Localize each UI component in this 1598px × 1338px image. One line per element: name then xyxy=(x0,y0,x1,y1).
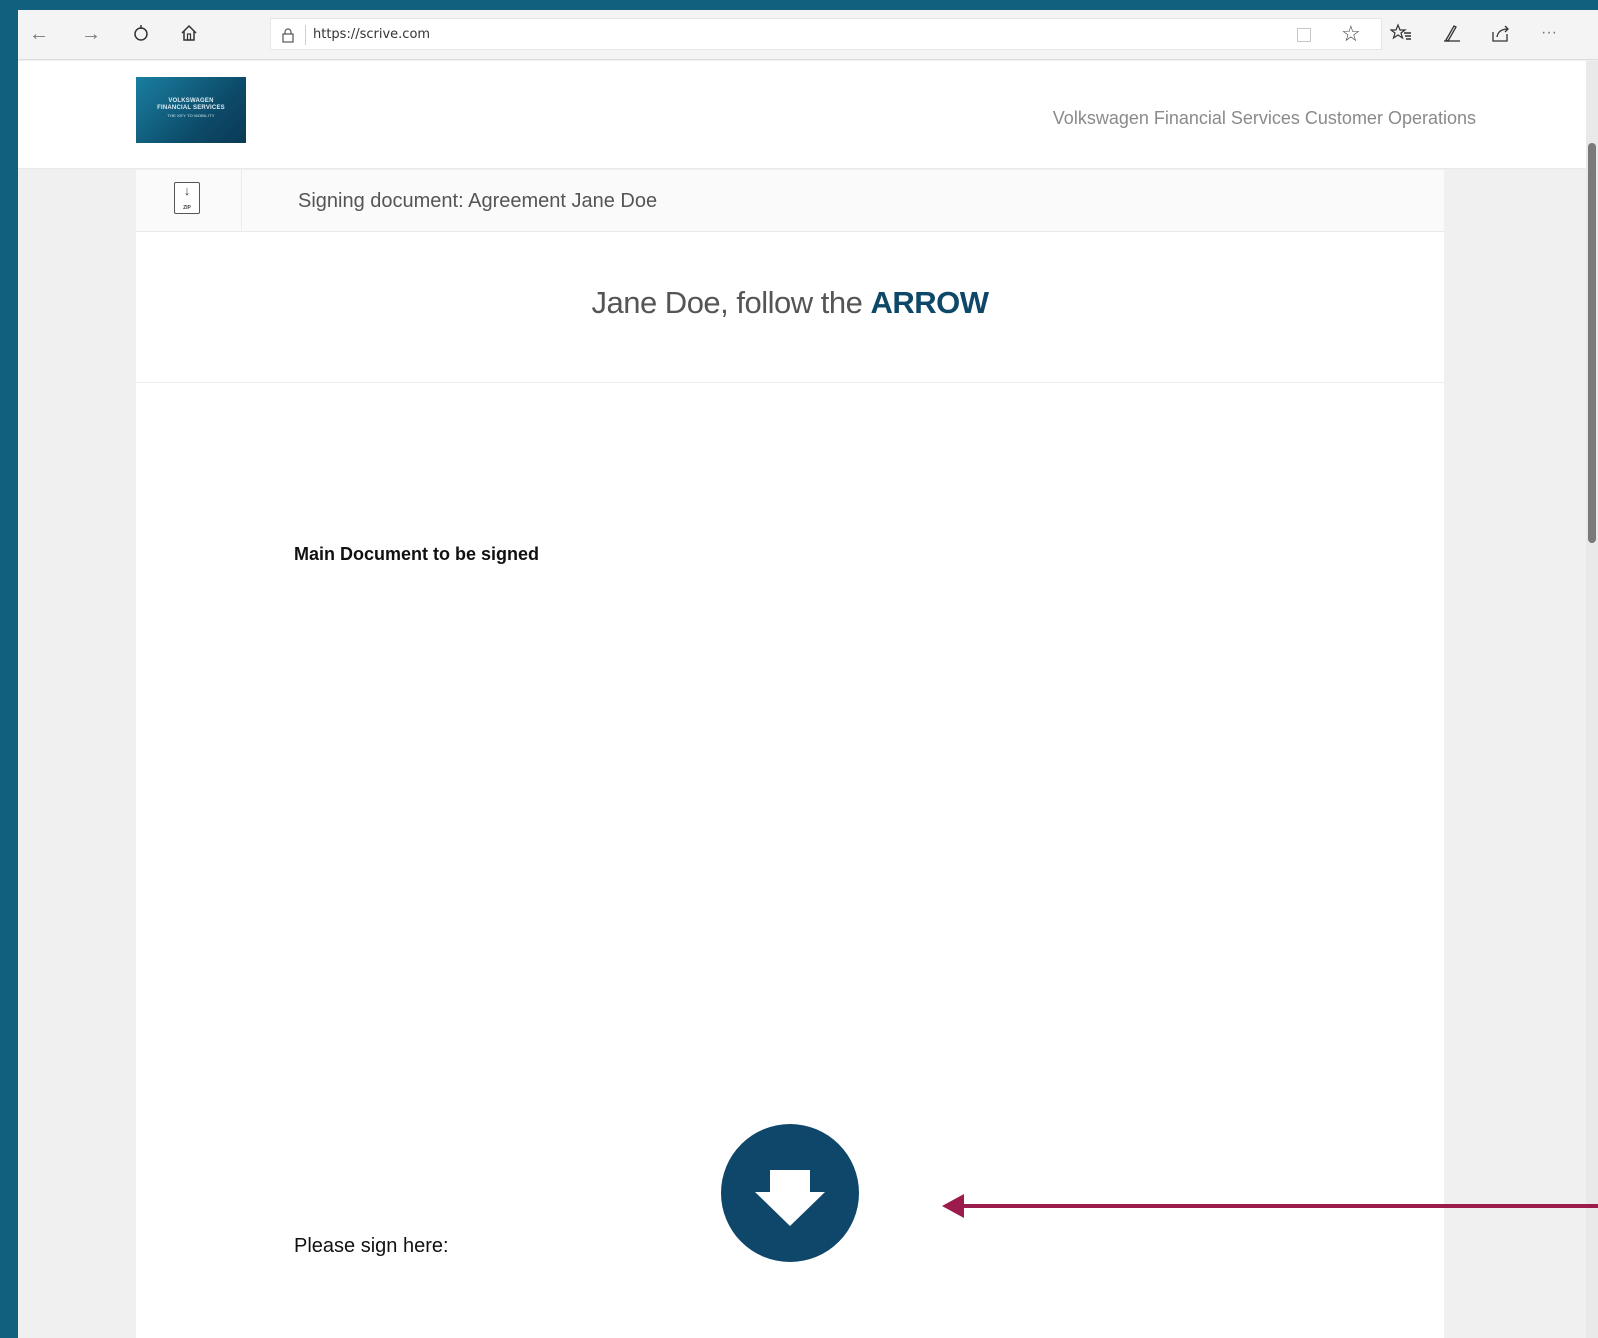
back-arrow-icon[interactable]: ← xyxy=(28,23,50,45)
instruction-banner: Jane Doe, follow the ARROW xyxy=(136,233,1444,383)
scrollbar-thumb[interactable] xyxy=(1588,143,1596,543)
logo-line-1: VOLKSWAGEN xyxy=(168,98,214,104)
site-header: VOLKSWAGEN FINANCIAL SERVICES THE KEY TO… xyxy=(18,61,1598,169)
document-title: Signing document: Agreement Jane Doe xyxy=(298,190,658,212)
reading-view-icon[interactable] xyxy=(1297,28,1311,42)
refresh-icon[interactable] xyxy=(130,23,152,45)
download-arrow-glyph: ↓ xyxy=(183,183,191,198)
home-glyph xyxy=(181,24,197,41)
next-step-arrow-button[interactable] xyxy=(721,1124,859,1262)
lock-icon xyxy=(282,28,294,43)
zip-glyph: ZIP xyxy=(183,205,191,211)
arrow-down-icon xyxy=(755,1170,825,1226)
download-zip-button[interactable]: ↓ ZIP xyxy=(136,170,242,232)
annotation-arrow xyxy=(942,1194,1598,1218)
logo-line-2: FINANCIAL SERVICES xyxy=(157,105,225,111)
star-icon[interactable]: ☆ xyxy=(1341,22,1361,46)
download-zip-icon: ↓ ZIP xyxy=(174,182,200,214)
address-bar[interactable]: https://scrive.com ☆ xyxy=(270,18,1382,50)
document-heading: Main Document to be signed xyxy=(294,544,540,564)
home-icon[interactable] xyxy=(178,23,200,45)
favorites-icon[interactable] xyxy=(1389,22,1412,44)
pen-icon[interactable] xyxy=(1440,22,1462,44)
instruction-prefix: Jane Doe, follow the xyxy=(591,285,871,320)
share-glyph xyxy=(1492,25,1509,42)
document-panel: ↓ ZIP Signing document: Agreement Jane D… xyxy=(136,170,1444,1338)
favorites-glyph xyxy=(1389,23,1411,40)
instruction-text: Jane Doe, follow the ARROW xyxy=(136,285,1444,321)
scrollbar[interactable] xyxy=(1586,61,1598,1338)
address-separator xyxy=(305,25,306,45)
browser-toolbar: ← → https://scrive.com ☆ ··· xyxy=(18,10,1598,60)
screenshot-frame: ← → https://scrive.com ☆ ··· VOLKSWAGEN xyxy=(0,0,1598,1338)
url-text[interactable]: https://scrive.com xyxy=(313,27,430,42)
pen-glyph xyxy=(1444,25,1460,42)
instruction-emphasis: ARROW xyxy=(870,285,989,320)
vw-fs-logo: VOLKSWAGEN FINANCIAL SERVICES THE KEY TO… xyxy=(136,77,246,143)
refresh-glyph xyxy=(134,25,148,41)
logo-line-3: THE KEY TO MOBILITY xyxy=(167,113,215,118)
more-icon[interactable]: ··· xyxy=(1538,22,1560,44)
forward-arrow-icon[interactable]: → xyxy=(80,23,102,45)
organization-name: Volkswagen Financial Services Customer O… xyxy=(1052,108,1476,128)
document-title-bar: ↓ ZIP Signing document: Agreement Jane D… xyxy=(136,170,1444,232)
sign-label: Please sign here: xyxy=(294,1235,449,1257)
share-icon[interactable] xyxy=(1490,22,1512,44)
